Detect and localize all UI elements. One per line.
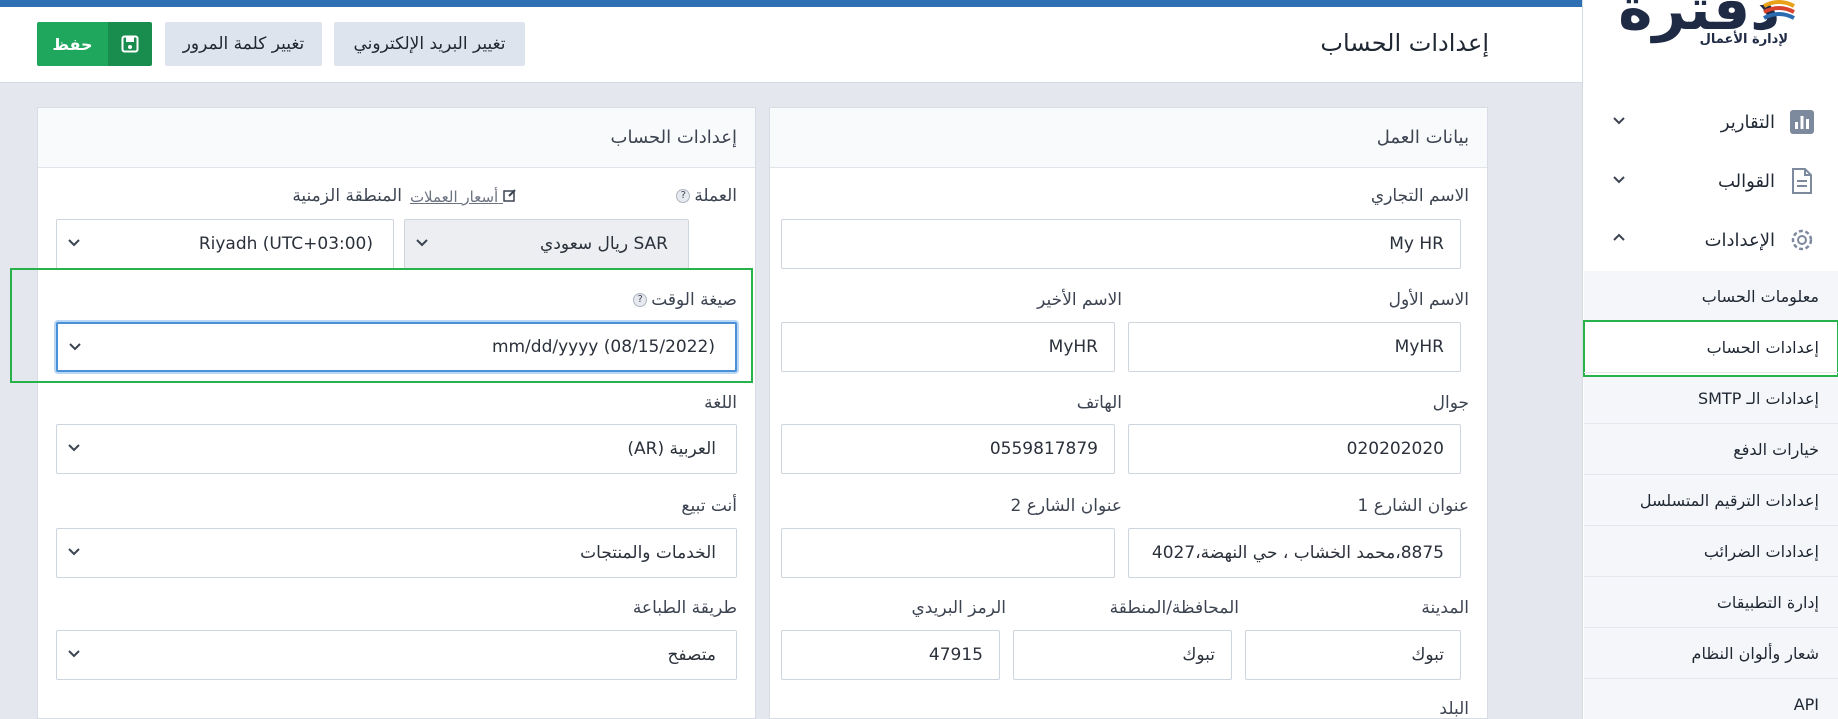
- street2-label: عنوان الشارع 2: [1010, 496, 1123, 516]
- sidebar-item-label: التقارير: [1720, 111, 1775, 133]
- save-button-label: حفظ: [37, 22, 108, 66]
- postal-code-input[interactable]: 47915: [781, 630, 1000, 680]
- currency-label: العملة?: [676, 186, 737, 206]
- time-format-select[interactable]: mm/dd/yyyy (08/15/2022): [56, 322, 737, 372]
- logo[interactable]: دفترة لإدارة الأعمال: [1618, 0, 1796, 66]
- mobile-label: جوال: [1432, 393, 1469, 413]
- business-data-panel: بيانات العمل الاسم التجاري My HR الاسم ا…: [769, 107, 1488, 719]
- last-name-label: الاسم الأخير: [1037, 290, 1122, 310]
- page-title: إعدادات الحساب: [1320, 29, 1489, 57]
- submenu-label: API: [1793, 694, 1819, 714]
- sidebar-item-label: الإعدادات: [1704, 229, 1775, 251]
- phone-input[interactable]: 0559817879: [781, 424, 1115, 474]
- page-header: إعدادات الحساب حفظ تغيير كلمة المرور تغي…: [0, 7, 1582, 83]
- submenu-label: خيارات الدفع: [1733, 439, 1819, 459]
- currency-value: SAR ريال سعودي: [540, 234, 668, 254]
- bar-chart-icon: [1787, 107, 1817, 137]
- chevron-down-icon: [68, 444, 80, 452]
- submenu-api[interactable]: API: [1584, 679, 1838, 719]
- currency-label-text: العملة: [694, 186, 737, 206]
- timezone-value: Riyadh (UTC+03:00): [198, 234, 373, 254]
- submenu-manage-apps[interactable]: إدارة التطبيقات: [1584, 577, 1838, 628]
- submenu-payment-options[interactable]: خيارات الدفع: [1584, 424, 1838, 475]
- chevron-down-icon: [1612, 113, 1626, 131]
- first-name-label: الاسم الأول: [1388, 290, 1469, 310]
- trade-name-input[interactable]: My HR: [781, 219, 1461, 269]
- submenu-account-info[interactable]: معلومات الحساب: [1584, 271, 1838, 322]
- submenu-label: إعدادات الترقيم المتسلسل: [1639, 490, 1819, 510]
- sidebar: دفترة لإدارة الأعمال التقارير القوالب ال…: [1582, 0, 1838, 719]
- time-format-value: mm/dd/yyyy (08/15/2022): [491, 337, 715, 357]
- currency-rates-link[interactable]: أسعار العملات: [410, 188, 517, 206]
- edit-icon: [498, 188, 517, 206]
- chevron-down-icon: [68, 239, 80, 247]
- you-sell-select[interactable]: الخدمات والمنتجات: [56, 528, 737, 578]
- mobile-input[interactable]: 020202020: [1128, 424, 1461, 474]
- logo-subtitle: لإدارة الأعمال: [1699, 32, 1788, 47]
- sidebar-item-settings[interactable]: الإعدادات: [1584, 211, 1838, 269]
- chevron-down-icon: [416, 239, 428, 247]
- street1-label: عنوان الشارع 1: [1357, 496, 1470, 516]
- trade-name-label: الاسم التجاري: [1370, 186, 1469, 206]
- currency-select[interactable]: SAR ريال سعودي: [404, 219, 689, 269]
- sidebar-item-templates[interactable]: القوالب: [1584, 152, 1838, 210]
- change-password-button[interactable]: تغيير كلمة المرور: [165, 22, 322, 66]
- save-button[interactable]: حفظ: [37, 22, 152, 66]
- street2-input[interactable]: [781, 528, 1115, 578]
- print-method-label: طريقة الطباعة: [632, 598, 737, 618]
- chevron-down-icon: [1612, 172, 1626, 190]
- submenu-serial-numbering[interactable]: إعدادات الترقيم المتسلسل: [1584, 475, 1838, 526]
- timezone-select[interactable]: Riyadh (UTC+03:00): [56, 219, 394, 269]
- time-format-label: صيغة الوقت?: [633, 290, 737, 310]
- panel-title: بيانات العمل: [770, 108, 1487, 168]
- language-select[interactable]: العربية (AR): [56, 424, 737, 474]
- currency-rates-link-text: أسعار العملات: [409, 188, 499, 206]
- document-icon: [1787, 166, 1817, 196]
- submenu-label: شعار وألوان النظام: [1691, 643, 1819, 663]
- logo-accent-icon: [1763, 0, 1795, 20]
- sidebar-item-label: القوالب: [1717, 170, 1775, 192]
- language-label: اللغة: [704, 393, 737, 413]
- first-name-input[interactable]: MyHR: [1128, 322, 1461, 372]
- change-email-button[interactable]: تغيير البريد الإلكتروني: [334, 22, 525, 66]
- region-label: المحافظة/المنطقة: [1109, 598, 1239, 618]
- postal-code-label: الرمز البريدي: [911, 598, 1006, 618]
- street1-input[interactable]: 8875،محمد الخشاب ، حي النهضة،4027: [1128, 528, 1461, 578]
- submenu-account-settings[interactable]: إعدادات الحساب: [1584, 322, 1838, 373]
- city-label: المدينة: [1421, 598, 1469, 618]
- you-sell-value: الخدمات والمنتجات: [580, 543, 716, 563]
- city-input[interactable]: تبوك: [1245, 630, 1461, 680]
- submenu-label: إعدادات الضرائب: [1703, 541, 1819, 561]
- language-value: العربية (AR): [627, 439, 716, 459]
- submenu-label: إعدادات الحساب: [1706, 337, 1819, 357]
- submenu-logo-colors[interactable]: شعار وألوان النظام: [1584, 628, 1838, 679]
- time-format-label-text: صيغة الوقت: [651, 290, 737, 310]
- help-icon[interactable]: ?: [633, 293, 648, 307]
- country-label: البلد: [1439, 699, 1469, 719]
- help-icon[interactable]: ?: [676, 189, 691, 203]
- submenu-label: إدارة التطبيقات: [1716, 592, 1819, 612]
- print-method-select[interactable]: متصفح: [56, 630, 737, 680]
- panel-title: إعدادات الحساب: [38, 108, 755, 168]
- floppy-disk-icon: [108, 22, 152, 66]
- submenu-label: معلومات الحساب: [1701, 286, 1819, 306]
- submenu-tax-settings[interactable]: إعدادات الضرائب: [1584, 526, 1838, 577]
- sidebar-item-reports[interactable]: التقارير: [1584, 93, 1838, 151]
- gear-icon: [1787, 225, 1817, 255]
- chevron-up-icon: [1612, 231, 1626, 249]
- top-accent-bar: [0, 0, 1582, 7]
- phone-label: الهاتف: [1076, 393, 1122, 413]
- submenu-label: إعدادات الـ SMTP: [1697, 388, 1819, 408]
- account-settings-panel: إعدادات الحساب العملة? أسعار العملات SAR…: [10, 107, 756, 719]
- you-sell-label: أنت تبيع: [681, 496, 737, 516]
- print-method-value: متصفح: [667, 645, 716, 665]
- last-name-input[interactable]: MyHR: [781, 322, 1115, 372]
- region-input[interactable]: تبوك: [1013, 630, 1232, 680]
- timezone-label: المنطقة الزمنية: [292, 186, 402, 206]
- chevron-down-icon: [68, 548, 80, 556]
- chevron-down-icon: [68, 650, 80, 658]
- chevron-down-icon: [69, 343, 81, 351]
- submenu-smtp-settings[interactable]: إعدادات الـ SMTP: [1584, 373, 1838, 424]
